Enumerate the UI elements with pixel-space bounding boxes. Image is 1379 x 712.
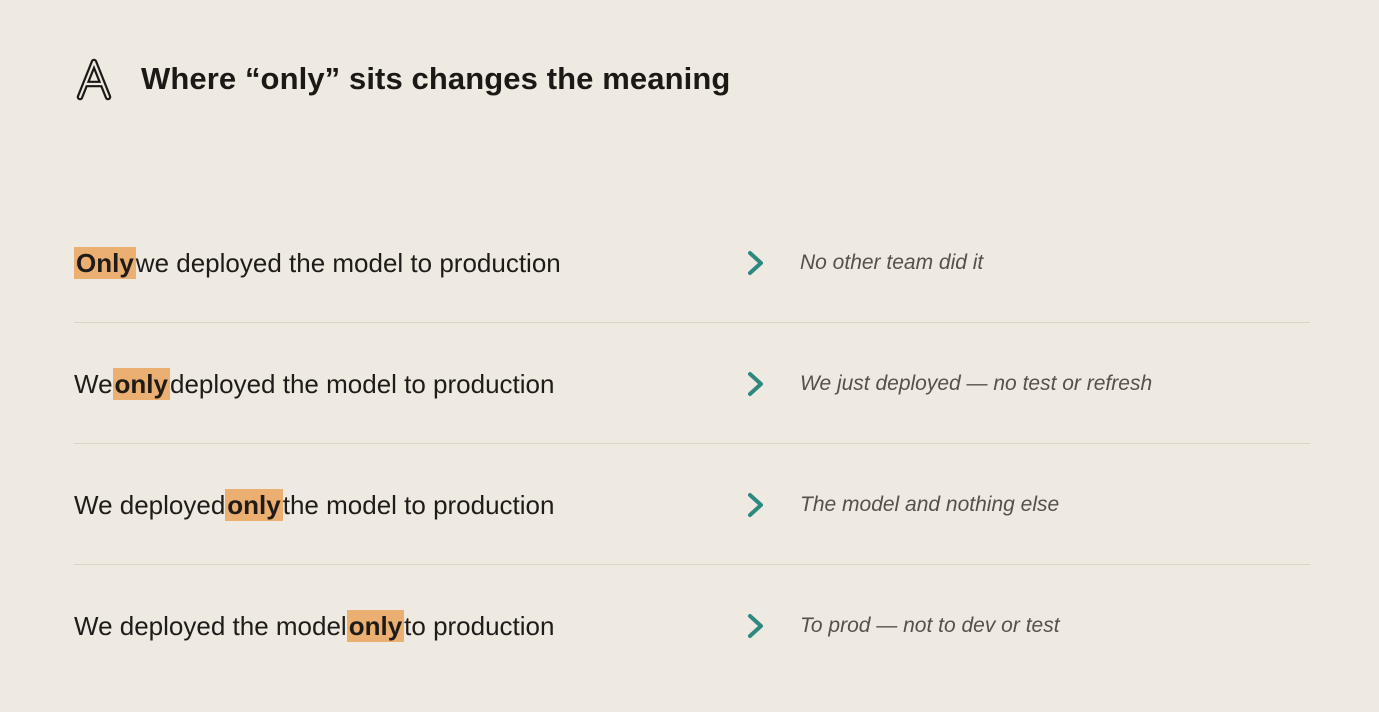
anthropic-a-icon	[76, 58, 112, 101]
example-row: We deployed the modelonlyto production T…	[74, 565, 1310, 685]
example-sentence: We deployed the modelonlyto production	[74, 610, 554, 642]
highlighted-word: only	[346, 610, 405, 642]
highlighted-word: Only	[74, 247, 136, 279]
highlighted-word: only	[112, 368, 170, 400]
example-sentence: Weonlydeployed the model to production	[74, 368, 554, 400]
meaning-note: To prod — not to dev or test	[800, 614, 1060, 637]
chevron-right-icon	[748, 372, 763, 396]
highlighted-word: only	[225, 489, 283, 521]
page-title: Where “only” sits changes the meaning	[141, 61, 731, 96]
header: Where “only” sits changes the meaning	[74, 56, 730, 102]
sentence-after: the model to production	[282, 490, 555, 520]
example-row: We deployedonlythe model to production T…	[74, 444, 1310, 565]
example-row: Weonlydeployed the model to production W…	[74, 323, 1310, 444]
sentence-after: we deployed the model to production	[135, 248, 561, 278]
examples-list: Onlywe deployed the model to production …	[74, 202, 1310, 685]
sentence-before: We deployed	[74, 490, 226, 520]
example-sentence: Onlywe deployed the model to production	[74, 247, 561, 279]
meaning-note: We just deployed — no test or refresh	[800, 372, 1153, 395]
chevron-right-icon	[748, 493, 763, 517]
chevron-right-icon	[748, 614, 763, 638]
sentence-before: We deployed the model	[74, 611, 347, 641]
example-row: Onlywe deployed the model to production …	[74, 202, 1310, 323]
meaning-note: No other team did it	[800, 251, 984, 274]
sentence-after: to production	[404, 611, 555, 641]
sentence-after: deployed the model to production	[169, 369, 555, 399]
sentence-before: We	[74, 369, 113, 399]
example-sentence: We deployedonlythe model to production	[74, 489, 554, 521]
meaning-note: The model and nothing else	[800, 493, 1060, 516]
chevron-right-icon	[748, 251, 763, 275]
